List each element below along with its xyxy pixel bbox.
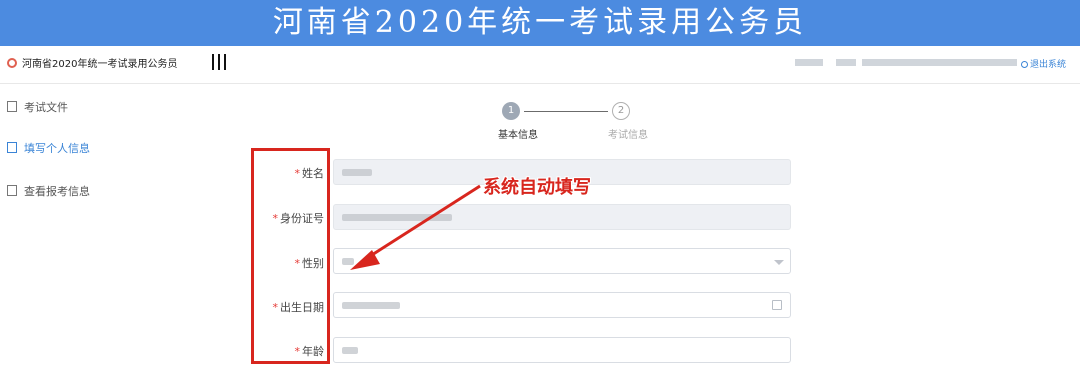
power-icon <box>1021 61 1028 68</box>
document-icon <box>7 101 17 112</box>
form-icon <box>7 142 17 153</box>
birth-date-picker[interactable] <box>333 292 791 318</box>
logout-label: 退出系统 <box>1030 60 1067 70</box>
system-name: 河南省2020年统一考试录用公务员 <box>22 59 178 70</box>
sidebar-item-exam-documents[interactable]: 考试文件 <box>7 99 68 114</box>
step-connector <box>524 111 608 112</box>
sidebar-item-label: 查看报考信息 <box>24 185 90 198</box>
annotation-arrow-icon <box>350 184 481 270</box>
menu-toggle-icon[interactable] <box>212 54 226 70</box>
page-banner-title: 河南省2020年统一考试录用公务员 <box>0 0 1080 46</box>
sidebar-item-label: 填写个人信息 <box>24 142 90 155</box>
sidebar-item-fill-personal-info[interactable]: 填写个人信息 <box>7 140 90 155</box>
step-1-indicator: 1 <box>502 102 520 120</box>
emblem-icon <box>7 58 17 68</box>
logout-button[interactable]: 退出系统 <box>1021 57 1066 70</box>
step-2-indicator: 2 <box>612 102 630 120</box>
redacted-value <box>342 302 400 309</box>
user-info-redacted <box>836 59 856 66</box>
step-2-label: 考试信息 <box>608 130 648 141</box>
age-field[interactable] <box>333 337 791 363</box>
chevron-down-icon <box>774 260 784 265</box>
redacted-value <box>342 169 372 176</box>
sidebar-item-view-application[interactable]: 查看报考信息 <box>7 183 90 198</box>
redacted-value <box>342 347 358 354</box>
step-1-label: 基本信息 <box>498 130 538 141</box>
highlight-box <box>251 148 330 364</box>
user-info-redacted <box>795 59 823 66</box>
annotation-callout: 系统自动填写 <box>483 177 591 198</box>
user-info-redacted <box>862 59 1017 66</box>
profile-icon <box>7 185 17 196</box>
calendar-icon <box>772 300 782 310</box>
sidebar-item-label: 考试文件 <box>24 101 68 114</box>
